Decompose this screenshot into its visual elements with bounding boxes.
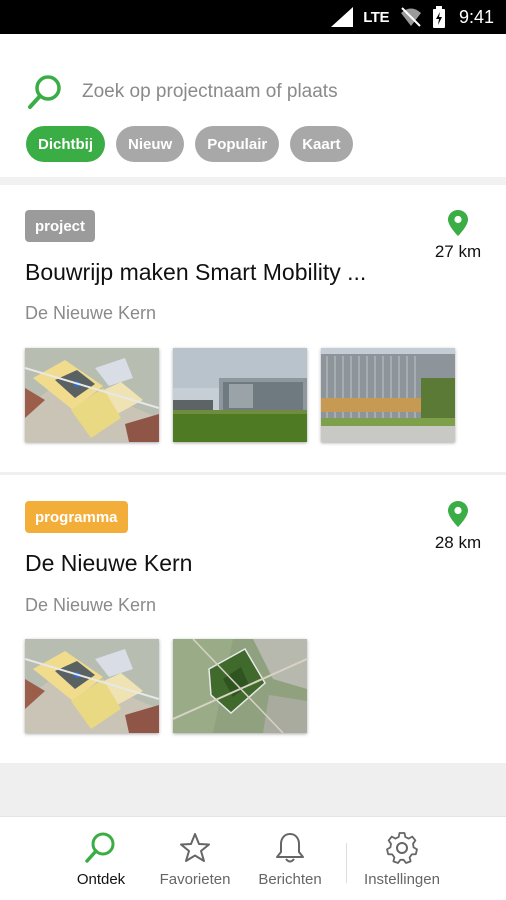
card-title: De Nieuwe Kern — [25, 550, 193, 576]
bottom-navigation: Ontdek Favorieten Berichten Instellingen — [0, 816, 506, 900]
type-tag: project — [25, 210, 96, 242]
gear-icon — [386, 832, 418, 864]
programma-card[interactable]: programma 28 km De Nieuwe Kern De Nieuwe… — [0, 475, 506, 763]
aerial-area-map[interactable] — [173, 639, 307, 733]
site-map-thumbnail[interactable] — [25, 348, 159, 442]
location-pin-icon — [448, 210, 468, 236]
card-title: Bouwrijp maken Smart Mobility ... — [25, 259, 367, 285]
location-pin-icon — [448, 501, 468, 527]
distance: 27 km — [428, 210, 488, 262]
search-icon — [85, 832, 115, 863]
bell-icon — [276, 833, 304, 863]
clock: 9:41 — [458, 6, 494, 27]
distance: 28 km — [428, 501, 488, 553]
filter-chip-dichtbij[interactable]: Dichtbij — [26, 126, 105, 162]
search-icon — [28, 75, 61, 109]
nav-tab-instellingen[interactable]: Instellingen — [356, 817, 448, 900]
nav-label: Favorieten — [159, 871, 231, 888]
nav-tab-favorieten[interactable]: Favorieten — [152, 817, 238, 900]
office-buildings-photo[interactable] — [173, 348, 307, 442]
nav-divider — [346, 843, 347, 883]
section-divider — [0, 177, 506, 185]
card-place: De Nieuwe Kern — [25, 303, 157, 323]
nav-label: Instellingen — [364, 871, 440, 888]
battery-icon — [432, 6, 445, 28]
list-end-spacer — [0, 763, 506, 816]
nav-tab-berichten[interactable]: Berichten — [250, 817, 330, 900]
network-type: LTE — [363, 8, 389, 26]
wifi-off-icon — [400, 7, 421, 27]
nav-label: Ontdek — [76, 871, 126, 888]
filter-chip-nieuw[interactable]: Nieuw — [116, 126, 185, 162]
filter-chips: Dichtbij Nieuw Populair Kaart — [26, 126, 353, 162]
project-card[interactable]: project 27 km Bouwrijp maken Smart Mobil… — [0, 185, 506, 473]
filter-chip-populair[interactable]: Populair — [195, 126, 280, 162]
search-input[interactable] — [82, 81, 442, 103]
distance-value: 27 km — [434, 242, 482, 261]
search-bar[interactable] — [26, 70, 486, 114]
star-icon — [180, 833, 210, 862]
site-map-thumbnail[interactable] — [25, 639, 159, 733]
card-place: De Nieuwe Kern — [25, 595, 157, 615]
type-tag: programma — [25, 501, 128, 533]
status-bar: LTE 9:41 — [0, 0, 506, 34]
nav-tab-ontdek[interactable]: Ontdek — [64, 817, 138, 900]
glass-building-photo[interactable] — [321, 348, 455, 442]
signal-icon — [331, 7, 354, 27]
distance-value: 28 km — [434, 533, 482, 552]
nav-label: Berichten — [258, 871, 322, 888]
filter-chip-kaart[interactable]: Kaart — [290, 126, 353, 162]
